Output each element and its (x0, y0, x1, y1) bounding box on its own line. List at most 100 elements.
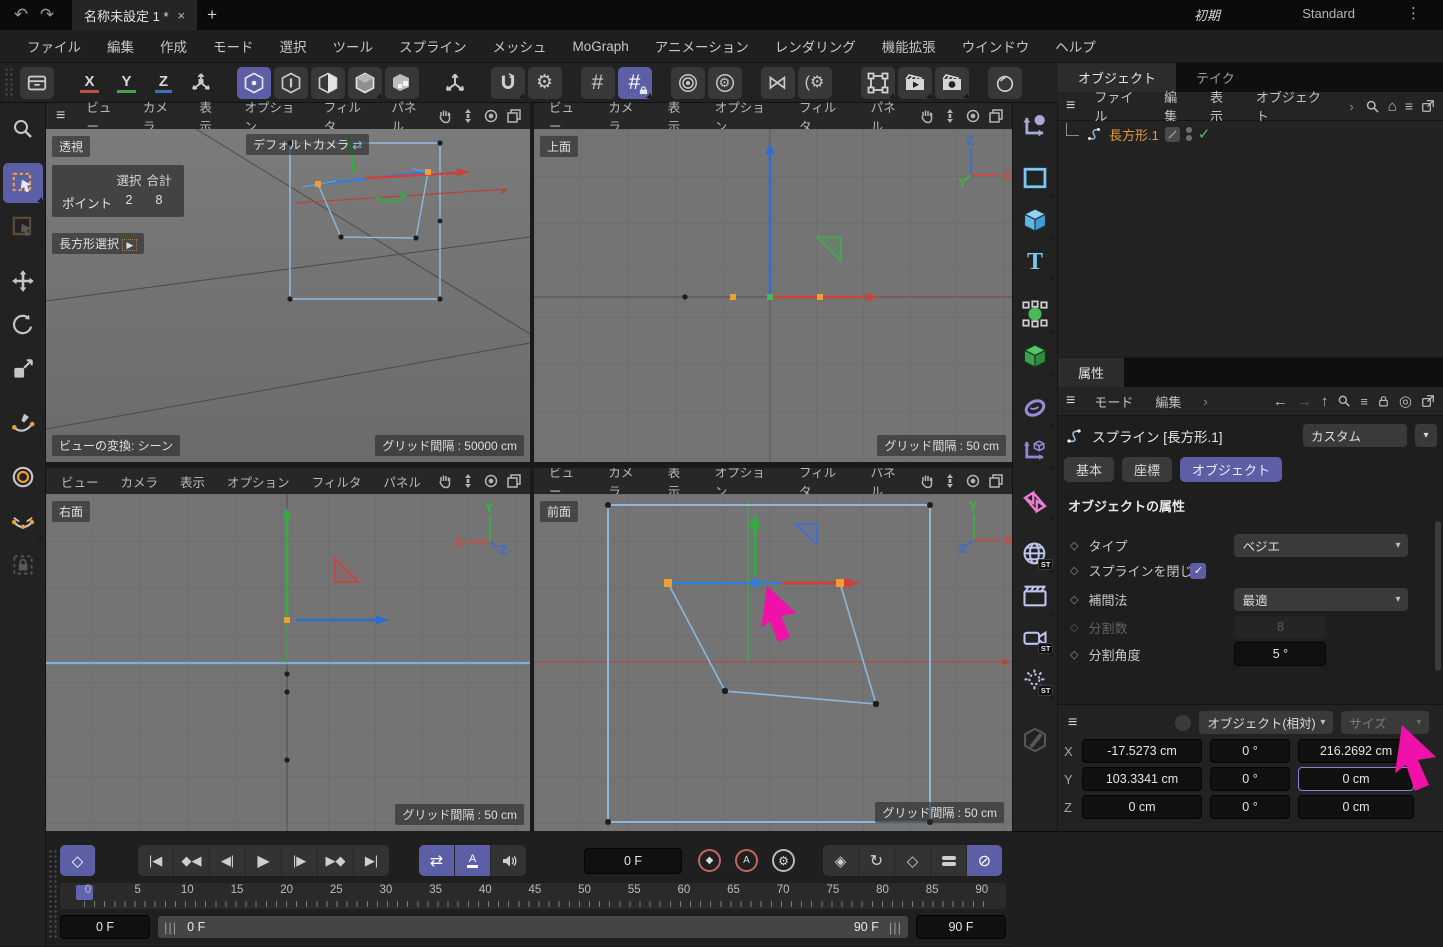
orbit-icon[interactable] (483, 108, 499, 124)
pos-x-field[interactable]: -17.5273 cm (1082, 739, 1202, 763)
home-icon[interactable]: ⌂ (1388, 98, 1397, 115)
goto-prev-frame-button[interactable]: ◀| (210, 845, 246, 876)
modeling-settings-icon[interactable] (671, 67, 705, 99)
om-menu-overflow[interactable]: › (1338, 99, 1364, 114)
om-menu-edit[interactable]: 編集 (1153, 87, 1199, 125)
subdivision-surface-tool[interactable] (1015, 293, 1055, 335)
range-grip-left[interactable]: ||| (164, 920, 177, 935)
layout-tab-standard[interactable]: Standard (1302, 6, 1355, 21)
history-back-icon[interactable]: ← (1273, 393, 1288, 410)
hamburger-icon[interactable]: ≡ (1064, 714, 1081, 732)
move-tool[interactable] (3, 261, 43, 301)
viewport-menu-item[interactable]: カメラ (110, 472, 170, 491)
close-spline-checkbox[interactable]: ✓ (1190, 563, 1206, 579)
texture-mode-button[interactable] (385, 67, 419, 99)
undo-icon[interactable]: ↶ (8, 5, 34, 25)
menu-item[interactable]: ウインドウ (949, 36, 1043, 56)
deformer-tool[interactable] (1015, 387, 1055, 429)
goto-prev-key-button[interactable]: ◆◀ (174, 845, 210, 876)
interactive-render-icon[interactable] (988, 67, 1022, 99)
filter-icon[interactable]: ≡ (1360, 394, 1368, 409)
redo-icon[interactable]: ↷ (34, 5, 60, 25)
goto-end-button[interactable]: ▶| (354, 845, 389, 876)
maximize-viewport-icon[interactable] (506, 473, 522, 489)
camera-label[interactable]: デフォルトカメラ ⇄ (246, 134, 369, 155)
render-view-button[interactable] (898, 67, 932, 99)
menu-item[interactable]: 機能拡張 (869, 36, 949, 56)
menu-item[interactable]: 選択 (267, 36, 320, 56)
spline-rectangle-tool[interactable] (1015, 157, 1055, 199)
mirror-tool-icon[interactable]: ⋈ (761, 67, 795, 99)
menu-item[interactable]: レンダリング (762, 36, 869, 56)
keyframe-settings-button[interactable]: ⚙ (772, 849, 795, 872)
spline-object-icon[interactable] (1085, 125, 1103, 143)
search-icon[interactable] (1337, 394, 1351, 408)
tab-object[interactable]: オブジェクト (1180, 457, 1282, 482)
maximize-viewport-icon[interactable] (988, 108, 1004, 124)
range-grip-right[interactable]: ||| (889, 920, 902, 935)
timeline-drag-handle[interactable] (48, 849, 57, 939)
scrollbar[interactable] (1435, 521, 1441, 671)
snap-settings-gear-icon[interactable]: ⚙ (528, 67, 562, 99)
autokey-record-button[interactable]: A (735, 849, 758, 872)
am-menu-edit[interactable]: 編集 (1144, 392, 1192, 411)
close-tab-icon[interactable]: × (178, 8, 186, 23)
rot-z-field[interactable]: 0 ° (1210, 795, 1290, 819)
keyframe-diamond-icon[interactable]: ◇ (1070, 564, 1078, 577)
type-dropdown[interactable]: ベジエ▾ (1234, 534, 1408, 557)
workplane-button[interactable] (861, 67, 895, 99)
generator-cube-tool[interactable] (1015, 335, 1055, 377)
pen-spline-tool[interactable] (3, 403, 43, 443)
enable-axis-button[interactable] (438, 67, 472, 99)
object-name[interactable]: 長方形.1 (1109, 125, 1159, 144)
menu-item[interactable]: ファイル (14, 36, 94, 56)
preset-caret-button[interactable]: ▾ (1415, 424, 1437, 447)
keyframe-diamond-icon[interactable]: ◇ (1070, 648, 1078, 661)
pos-z-field[interactable]: 0 cm (1082, 795, 1202, 819)
menu-item[interactable]: アニメーション (642, 36, 762, 56)
toolbar-drag-handle[interactable] (4, 67, 14, 99)
pan-hand-icon[interactable] (919, 473, 935, 489)
preview-range-bar[interactable]: ||| 0 F 90 F ||| (158, 916, 908, 938)
text-spline-tool[interactable]: T (1015, 241, 1055, 283)
play-button[interactable]: ▶ (246, 845, 282, 876)
menu-item[interactable]: メッシュ (480, 36, 560, 56)
lock-y-axis-button[interactable]: Y (110, 67, 144, 99)
key-scale-button[interactable]: ◇ (895, 845, 931, 876)
quantize-lock-button[interactable]: # (618, 67, 652, 99)
visibility-dots[interactable] (1186, 127, 1192, 141)
pan-hand-icon[interactable] (919, 108, 935, 124)
kebab-menu-icon[interactable]: ⋮ (1406, 4, 1421, 22)
environment-axis-tool[interactable] (1015, 429, 1055, 471)
coord-mode-dropdown[interactable]: オブジェクト(相対)▾ (1199, 711, 1333, 734)
key-position-button[interactable]: ◈ (823, 845, 859, 876)
edge-mode-button[interactable] (274, 67, 308, 99)
search-icon[interactable] (1365, 99, 1380, 114)
edit-toggle-icon[interactable] (1165, 127, 1180, 142)
tab-basic[interactable]: 基本 (1064, 457, 1114, 482)
zoom-icon[interactable] (942, 473, 958, 489)
render-settings-button[interactable] (935, 67, 969, 99)
grid-snap-button[interactable]: # (581, 67, 615, 99)
menu-item[interactable]: 作成 (147, 36, 200, 56)
orbit-icon[interactable] (965, 108, 981, 124)
tab-attributes[interactable]: 属性 (1058, 358, 1124, 387)
live-select-tool[interactable] (3, 207, 43, 247)
search-commander-icon[interactable] (3, 109, 43, 149)
keyframe-diamond-icon[interactable]: ◇ (1070, 539, 1078, 552)
menu-item[interactable]: MoGraph (560, 39, 642, 54)
angle-field[interactable]: 5 ° (1234, 642, 1326, 666)
menu-item[interactable]: ヘルプ (1042, 36, 1109, 56)
pos-y-field[interactable]: 103.3341 cm (1082, 767, 1202, 791)
track-target-icon[interactable]: ◎ (1399, 392, 1412, 410)
keyframe-diamond-icon[interactable]: ◇ (1070, 593, 1078, 606)
record-keyframe-button[interactable]: ◇ (60, 845, 96, 876)
document-tab[interactable]: 名称未設定 1 * × (72, 0, 197, 30)
goto-next-frame-button[interactable]: |▶ (282, 845, 318, 876)
key-parameter-button[interactable] (931, 845, 967, 876)
viewport-right[interactable]: YXZ 右面 グリッド間隔 : 50 cm (46, 494, 530, 831)
zoom-icon[interactable] (942, 108, 958, 124)
maximize-viewport-icon[interactable] (988, 473, 1004, 489)
am-menu-mode[interactable]: モード (1083, 392, 1144, 411)
timeline-ruler[interactable]: 051015202530354045505560657075808590 (60, 883, 1006, 909)
